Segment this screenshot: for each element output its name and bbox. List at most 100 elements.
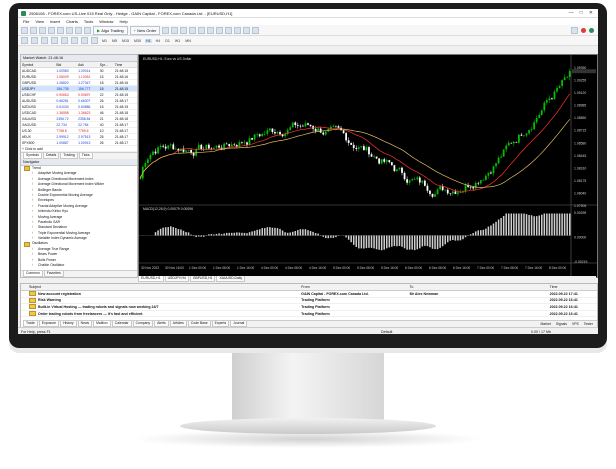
menu-charts[interactable]: Charts [66,19,78,24]
candle-body [385,160,388,162]
trendline-icon[interactable] [51,37,58,44]
tf-m30[interactable]: M30 [133,39,142,43]
market-watch-icon[interactable] [39,26,46,34]
candle-body [322,132,325,135]
new-chart-icon[interactable] [21,26,28,34]
mailbox-row[interactable]: Order trading robots from freelancers — … [21,311,597,318]
tab-trading[interactable]: Trading [60,153,78,159]
bar-chart-icon[interactable] [162,26,170,34]
toolbox-right-tab[interactable]: VPS [572,322,579,326]
tab-ticks[interactable]: Ticks [78,153,93,159]
mailbox-row[interactable]: Built-in Virtual Hosting — trading robot… [21,304,597,311]
profiles-icon[interactable] [30,26,37,34]
algo-trading-button[interactable]: ▶ Algo Trading [93,25,128,35]
envelope-icon [29,291,36,297]
tf-m15[interactable]: M15 [121,39,130,43]
col-to[interactable]: To [410,285,550,289]
channel-icon[interactable] [61,37,68,44]
zoom-in-icon[interactable] [189,26,197,34]
navigator-indicator[interactable]: 𝑓 Chaikin Oscillator [24,263,137,268]
chart-window[interactable]: 1.09390 1.09255 1.09120 1.08985 1.08850 1.087… [138,54,598,278]
tab-symbols[interactable]: Symbols [23,153,43,159]
monitor-stand-base [180,418,436,434]
price-chart[interactable]: 1.093901.092551.091201.089851.088501.087… [139,55,597,277]
candle-body [568,71,571,77]
tf-h4[interactable]: H4 [155,39,162,43]
candle-body [233,144,236,146]
indicators-icon[interactable] [234,26,242,34]
navigator-icon[interactable] [57,26,64,34]
candle-body [418,177,421,183]
toolbox-right-tab[interactable]: Signals [556,322,567,326]
menu-view[interactable]: View [35,19,44,24]
cell-time [113,145,137,152]
candle-body [401,167,403,173]
candle-body [474,182,477,189]
candle-body [139,178,142,179]
tf-d1[interactable]: D1 [164,39,171,43]
auto-scroll-icon[interactable] [216,26,224,34]
chart-tab-usdjpy[interactable]: USDJPY,H4 [164,276,189,282]
tf-w1[interactable]: W1 [174,39,181,43]
account-status-icon[interactable] [589,27,594,33]
templates-icon[interactable] [252,26,260,34]
menu-file[interactable]: File [23,19,29,24]
tab-favorites[interactable]: Favorites [43,271,64,277]
candle-body [230,144,233,147]
menu-help[interactable]: Help [119,19,127,24]
zoom-out-icon[interactable] [198,26,206,34]
new-order-button[interactable]: + New Order [129,25,161,35]
tf-mn[interactable]: MN [184,39,192,43]
candle-body [515,141,518,143]
chart-tab-xauusd[interactable]: XAUUSD,Daily [216,276,246,282]
search-icon[interactable] [571,26,578,34]
menu-insert[interactable]: Insert [50,19,60,24]
notification-icon[interactable] [581,27,586,33]
mailbox-row[interactable]: Risk Warning Trading Platform 2022.09.22 1… [21,297,597,305]
text-icon[interactable] [81,37,88,44]
col-msg-time[interactable]: Time [550,285,597,289]
tf-m5[interactable]: M5 [111,39,118,43]
col-subject[interactable]: Subject [21,285,301,289]
candle-body [152,151,154,156]
price-tick-label: 1.09120 [574,91,586,95]
horizontal-line-icon[interactable] [41,37,48,44]
candle-chart-icon[interactable] [171,26,179,34]
shapes-icon[interactable] [91,37,98,44]
chart-tab-eurusd[interactable]: EURUSD,H1 [138,276,164,282]
close-button[interactable]: ✕ [589,10,593,16]
tester-icon[interactable] [75,26,82,34]
candle-body [276,132,279,134]
candle-body [398,167,401,170]
menu-tools[interactable]: Tools [84,19,93,24]
maximize-button[interactable]: □ [580,10,583,16]
tile-windows-icon[interactable] [207,26,215,34]
mailbox-row[interactable]: New account registration GAIN Capital - F… [21,291,597,298]
col-from[interactable]: From [301,285,409,289]
toolbox-right-tab[interactable]: Tester [584,322,593,326]
chart-tab-gbpusd[interactable]: GBPUSD,H1 [189,276,216,282]
candle-body [464,185,467,192]
fibo-icon[interactable] [71,37,78,44]
navigator-title: Navigator [23,160,40,164]
vertical-line-icon[interactable] [31,37,38,44]
mail-from: Trading Platform [301,304,330,309]
crosshair-icon[interactable] [21,37,28,44]
toolbox-right-tab[interactable]: Market [540,322,550,326]
tab-details[interactable]: Details [43,153,60,159]
candle-body [258,134,261,137]
tab-common[interactable]: Common [23,271,43,277]
market-watch-row[interactable]: + Click to add [21,145,137,152]
tf-m1[interactable]: M1 [101,39,108,43]
moving-average-fast [139,93,571,193]
menu-window[interactable]: Window [99,19,113,24]
terminal-icon[interactable] [66,26,73,34]
minimize-button[interactable]: — [569,10,574,16]
periods-icon[interactable] [243,26,251,34]
data-window-icon[interactable] [48,26,55,34]
editor-icon[interactable] [84,26,91,34]
chart-shift-icon[interactable] [225,26,233,34]
line-chart-icon[interactable] [180,26,188,34]
candle-body [337,126,340,128]
tf-h1[interactable]: H1 [145,38,152,43]
